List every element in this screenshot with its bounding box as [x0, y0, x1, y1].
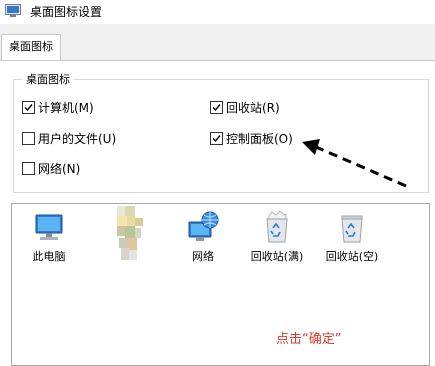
checkbox-recycle-bin[interactable]: 回收站(R): [210, 99, 280, 115]
checkbox-label: 控制面板(O): [226, 131, 293, 146]
icon-item-recycle-bin-full[interactable]: 回收站(满): [242, 208, 312, 264]
computer-icon: [14, 208, 84, 248]
checkbox-network[interactable]: 网络(N): [22, 160, 80, 176]
group-label: 桌面图标: [22, 71, 74, 87]
checkbox-label: 网络(N): [38, 161, 81, 176]
tab-desktop-icons[interactable]: 桌面图标: [1, 34, 61, 60]
checkbox-box[interactable]: [22, 100, 35, 114]
checkbox-box[interactable]: [210, 131, 223, 145]
tab-panel: 桌面图标 计算机(M) 回收站(R) 用户的文件(U) 控制面板(O) 网络(N…: [0, 60, 435, 366]
checkbox-user-files[interactable]: 用户的文件(U): [22, 130, 116, 146]
window-title: 桌面图标设置: [30, 5, 103, 19]
icon-item-user-files[interactable]: [96, 204, 166, 272]
icon-label: 回收站(空): [325, 250, 379, 263]
recycle-bin-full-icon: [242, 208, 312, 248]
icon-label: 回收站(满): [250, 250, 304, 263]
checkbox-box[interactable]: [210, 100, 223, 114]
icon-item-recycle-bin-empty[interactable]: 回收站(空): [317, 208, 387, 264]
tab-bar: 桌面图标: [0, 24, 435, 60]
title-bar: 桌面图标设置: [0, 0, 435, 24]
icon-item-network[interactable]: 网络: [168, 208, 238, 264]
network-icon: [168, 208, 238, 248]
checkbox-label: 用户的文件(U): [38, 131, 117, 146]
checkbox-control-panel[interactable]: 控制面板(O): [210, 130, 293, 146]
user-files-icon: [96, 204, 166, 272]
icon-label: 网络: [192, 250, 214, 263]
icon-item-this-pc[interactable]: 此电脑: [14, 208, 84, 264]
recycle-bin-empty-icon: [317, 208, 387, 248]
click-ok-annotation: 点击“确定”: [276, 332, 342, 347]
checkbox-label: 回收站(R): [226, 100, 280, 115]
icon-preview-list[interactable]: 此电脑 网络 回收站(满) 回收站(空): [11, 203, 430, 366]
checkbox-box[interactable]: [22, 131, 35, 145]
settings-window-icon: [5, 4, 21, 17]
checkbox-computer[interactable]: 计算机(M): [22, 99, 94, 115]
icon-label: 此电脑: [32, 250, 66, 263]
checkbox-label: 计算机(M): [38, 100, 94, 115]
dashed-arrow-icon: [302, 139, 407, 188]
checkbox-box[interactable]: [22, 161, 35, 175]
